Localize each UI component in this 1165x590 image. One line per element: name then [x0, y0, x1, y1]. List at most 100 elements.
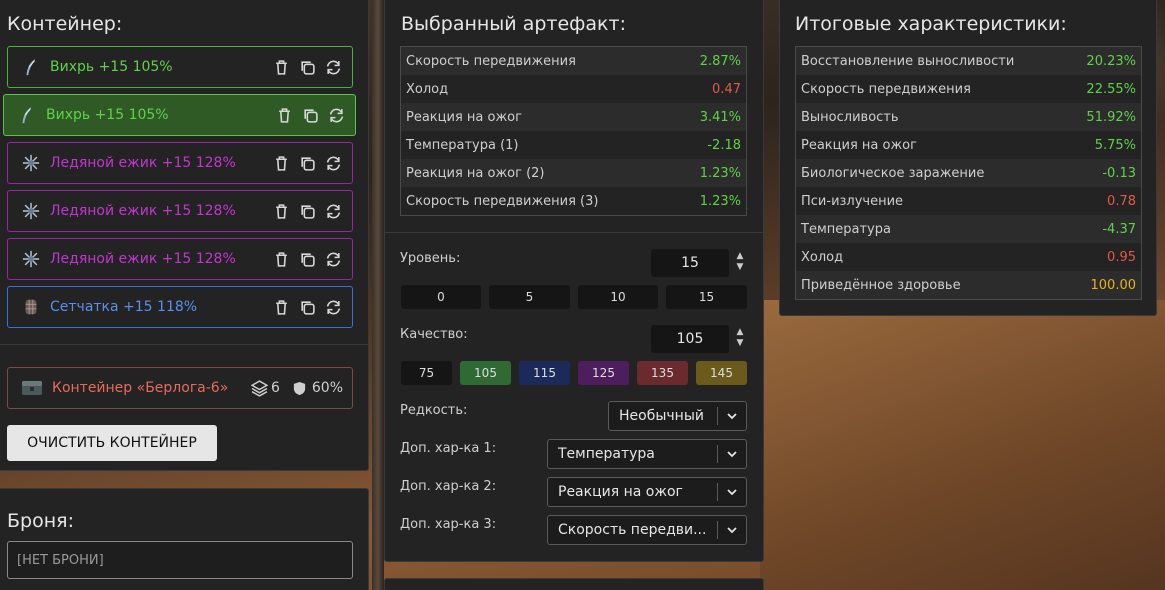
- stat-value: 20.23%: [1086, 53, 1136, 69]
- extra1-label: Доп. хар-ка 1:: [400, 441, 497, 456]
- stat-value: 3.41%: [699, 109, 741, 125]
- stat-value: -4.37: [1102, 221, 1136, 237]
- copy-icon[interactable]: [299, 59, 316, 76]
- copy-icon[interactable]: [299, 299, 316, 316]
- replace-icon[interactable]: [325, 155, 342, 172]
- armor-title: Броня:: [7, 510, 74, 532]
- level-stepper[interactable]: ▲ ▼: [734, 251, 746, 273]
- container-slots: 6: [270, 380, 280, 396]
- ice-crystal-icon: [21, 153, 41, 173]
- stat-value: 0.78: [1107, 193, 1136, 209]
- item-label: Ледяной ежик +15 128%: [50, 203, 236, 219]
- item-label: Сетчатка +15 118%: [50, 299, 198, 315]
- container-protection: 60%: [311, 380, 343, 396]
- quality-input[interactable]: 105: [651, 325, 729, 353]
- stat-row: Пси-излучение 0.78: [796, 187, 1141, 215]
- level-preset-button[interactable]: 0: [401, 285, 481, 309]
- feather-icon: [17, 105, 37, 125]
- stat-label: Реакция на ожог: [406, 109, 522, 125]
- rarity-select[interactable]: Необычный: [608, 401, 747, 431]
- background-table: [760, 300, 1165, 590]
- stat-label: Биологическое заражение: [801, 165, 985, 181]
- stat-value: 0.95: [1107, 249, 1136, 265]
- trash-icon[interactable]: [273, 203, 290, 220]
- item-label: Вихрь +15 105%: [50, 59, 173, 75]
- stat-value: 2.87%: [699, 53, 741, 69]
- level-preset-button[interactable]: 15: [666, 285, 747, 309]
- armor-field[interactable]: [НЕТ БРОНИ]: [7, 541, 353, 579]
- stat-value: 5.75%: [1094, 137, 1136, 153]
- replace-icon[interactable]: [325, 59, 342, 76]
- container-title: Контейнер:: [7, 13, 123, 35]
- quality-stepper[interactable]: ▲ ▼: [734, 327, 746, 349]
- level-label: Уровень:: [400, 251, 461, 266]
- container-item[interactable]: Сетчатка +15 118%: [7, 286, 353, 328]
- stat-value: 22.55%: [1086, 81, 1136, 97]
- extra3-select[interactable]: Скорость передви...: [547, 515, 747, 545]
- copy-icon[interactable]: [299, 203, 316, 220]
- container-item[interactable]: Ледяной ежик +15 128%: [7, 142, 353, 184]
- stat-value: 1.23%: [699, 193, 741, 209]
- replace-icon[interactable]: [328, 107, 345, 124]
- quality-preset-button[interactable]: 145: [696, 361, 747, 385]
- chevron-down-icon[interactable]: ▼: [737, 338, 744, 348]
- copy-icon[interactable]: [302, 107, 319, 124]
- stat-row: Холод 0.47: [401, 75, 746, 103]
- trash-icon[interactable]: [273, 251, 290, 268]
- container-item[interactable]: Ледяной ежик +15 128%: [7, 238, 353, 280]
- chevron-down-icon[interactable]: [718, 486, 746, 498]
- stat-row: Скорость передвижения 22.55%: [796, 75, 1141, 103]
- stat-label: Восстановление выносливости: [801, 53, 1015, 69]
- extra3-value: Скорость передви...: [558, 522, 707, 538]
- level-preset-button[interactable]: 5: [489, 285, 570, 309]
- stat-row: Восстановление выносливости 20.23%: [796, 47, 1141, 75]
- extra1-select[interactable]: Температура: [547, 439, 747, 469]
- rarity-label: Редкость:: [400, 403, 468, 418]
- chevron-down-icon[interactable]: [718, 410, 746, 422]
- chevron-down-icon[interactable]: [718, 448, 746, 460]
- copy-icon[interactable]: [299, 155, 316, 172]
- container-item[interactable]: Вихрь +15 105%: [7, 46, 353, 88]
- quality-preset-button[interactable]: 75: [401, 361, 452, 385]
- trash-icon[interactable]: [273, 59, 290, 76]
- clear-container-button[interactable]: ОЧИСТИТЬ КОНТЕЙНЕР: [7, 425, 217, 461]
- quality-preset-button[interactable]: 125: [578, 361, 629, 385]
- trash-icon[interactable]: [273, 155, 290, 172]
- background-pipe: [372, 0, 384, 590]
- layers-icon: [250, 379, 268, 397]
- container-box[interactable]: Контейнер «Берлога-6» 6 60%: [7, 367, 353, 409]
- stat-row: Выносливость 51.92%: [796, 103, 1141, 131]
- copy-icon[interactable]: [299, 251, 316, 268]
- stat-row: Скорость передвижения (3) 1.23%: [401, 187, 746, 215]
- divider: [0, 344, 369, 345]
- container-item[interactable]: Ледяной ежик +15 128%: [7, 190, 353, 232]
- trash-icon[interactable]: [276, 107, 293, 124]
- quality-preset-button[interactable]: 135: [637, 361, 688, 385]
- quality-preset-button[interactable]: 115: [519, 361, 570, 385]
- stat-label: Холод: [801, 249, 844, 265]
- extra2-select[interactable]: Реакция на ожог: [547, 477, 747, 507]
- replace-icon[interactable]: [325, 299, 342, 316]
- item-label: Вихрь +15 105%: [46, 107, 169, 123]
- extra2-label: Доп. хар-ка 2:: [400, 479, 497, 494]
- stat-value: 0.47: [712, 81, 741, 97]
- quality-preset-button[interactable]: 105: [460, 361, 511, 385]
- divider: [384, 232, 764, 233]
- chevron-down-icon[interactable]: [718, 524, 746, 536]
- stat-row: Температура -4.37: [796, 215, 1141, 243]
- chevron-up-icon[interactable]: ▲: [737, 327, 744, 337]
- container-item-selected[interactable]: Вихрь +15 105%: [3, 94, 356, 136]
- trash-icon[interactable]: [273, 299, 290, 316]
- stat-label: Пси-излучение: [801, 193, 904, 209]
- level-preset-button[interactable]: 10: [578, 285, 658, 309]
- stat-label: Температура (1): [406, 137, 519, 153]
- level-input[interactable]: 15: [651, 249, 729, 277]
- replace-icon[interactable]: [325, 203, 342, 220]
- stat-value: -0.13: [1102, 165, 1136, 181]
- replace-icon[interactable]: [325, 251, 342, 268]
- stat-value: -2.18: [707, 137, 741, 153]
- rarity-value: Необычный: [619, 408, 704, 424]
- chevron-down-icon[interactable]: ▼: [737, 262, 744, 272]
- totals-stats-table: Восстановление выносливости 20.23% Скорос…: [795, 46, 1142, 300]
- chevron-up-icon[interactable]: ▲: [737, 251, 744, 261]
